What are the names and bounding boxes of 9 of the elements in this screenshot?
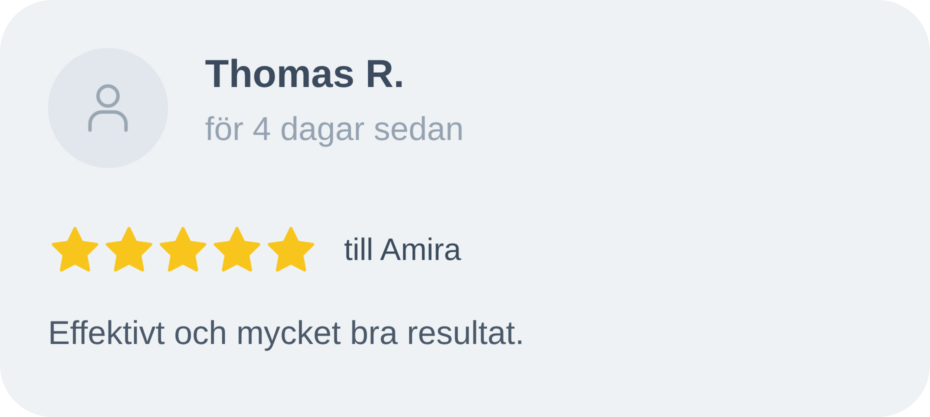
star-icon [158, 226, 208, 274]
star-icon [50, 226, 100, 274]
star-icon [212, 226, 262, 274]
review-time: för 4 dagar sedan [205, 109, 464, 149]
recipient-label: till Amira [344, 232, 462, 268]
star-icon [104, 226, 154, 274]
star-icon [266, 226, 316, 274]
review-text: Effektivt och mycket bra resultat. [48, 314, 526, 352]
author-name: Thomas R. [205, 52, 406, 98]
